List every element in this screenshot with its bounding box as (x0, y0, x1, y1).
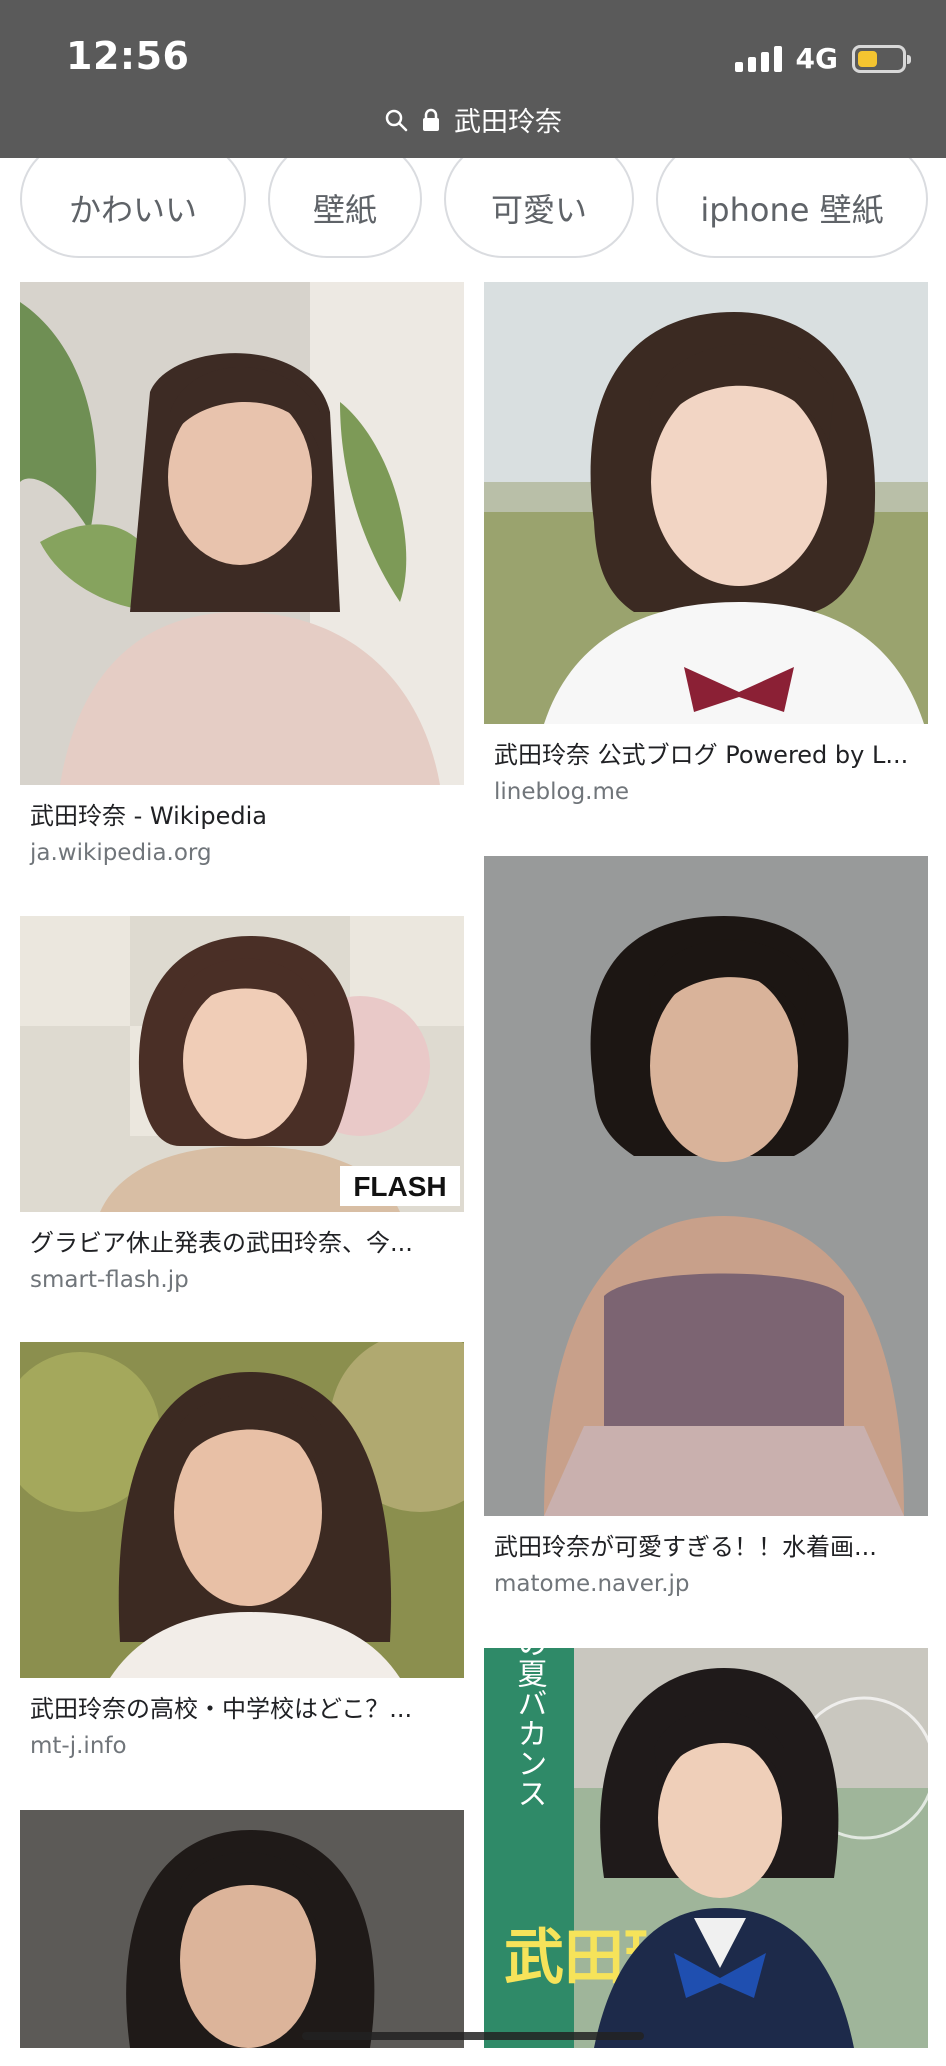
battery-icon (852, 45, 906, 73)
result-card[interactable]: 玲奈の夏バカンス 武田玲 (484, 1648, 928, 2048)
address-query: 武田玲奈 (454, 100, 562, 139)
lock-icon (422, 108, 440, 132)
result-image[interactable] (20, 1342, 464, 1678)
result-card[interactable]: 武田玲奈 公式ブログ Powered by L... lineblog.me (484, 282, 928, 808)
result-card[interactable]: FLASH グラビア休止発表の武田玲奈、今... smart-flash.jp (20, 916, 464, 1296)
result-title[interactable]: 武田玲奈の高校・中学校はどこ？... (30, 1692, 454, 1726)
result-card[interactable] (20, 1810, 464, 2066)
result-image[interactable] (20, 1810, 464, 2048)
result-card[interactable]: 武田玲奈が可愛すぎる！！水着画... matome.naver.jp (484, 856, 928, 1600)
result-title[interactable]: グラビア休止発表の武田玲奈、今... (30, 1226, 454, 1260)
address-bar[interactable]: 武田玲奈 (0, 100, 946, 139)
search-icon (384, 108, 408, 132)
result-card[interactable]: 武田玲奈の高校・中学校はどこ？... mt-j.info (20, 1342, 464, 1762)
result-source: lineblog.me (494, 776, 918, 808)
status-time: 12:56 (66, 34, 189, 78)
magazine-headline: 玲奈の夏バカンス (512, 1648, 548, 1808)
flash-logo-text: FLASH (353, 1171, 446, 1202)
result-image[interactable] (484, 856, 928, 1516)
battery-level (858, 51, 877, 67)
chip-iphone-wallpaper[interactable]: iphone 壁紙 (656, 158, 928, 258)
result-source: ja.wikipedia.org (30, 837, 454, 869)
signal-strength-icon (735, 46, 782, 72)
suggestion-chips: かわいい 壁紙 可愛い iphone 壁紙 (0, 158, 946, 270)
chip-kawaii-kanji[interactable]: 可愛い (444, 158, 634, 258)
network-type: 4G (796, 42, 838, 75)
result-image[interactable] (484, 282, 928, 724)
home-indicator[interactable] (302, 2032, 644, 2040)
chip-wallpaper[interactable]: 壁紙 (268, 158, 422, 258)
result-source: matome.naver.jp (494, 1568, 918, 1600)
result-card[interactable]: 武田玲奈 - Wikipedia ja.wikipedia.org (20, 282, 464, 869)
result-source: smart-flash.jp (30, 1264, 454, 1296)
result-image[interactable]: FLASH (20, 916, 464, 1212)
result-image[interactable] (20, 282, 464, 785)
result-title[interactable]: 武田玲奈が可愛すぎる！！水着画... (494, 1530, 918, 1564)
result-image[interactable]: 玲奈の夏バカンス 武田玲 (484, 1648, 928, 2048)
chip-kawaii[interactable]: かわいい (20, 158, 246, 258)
result-source: mt-j.info (30, 1730, 454, 1762)
status-indicators: 4G (735, 42, 906, 75)
result-title[interactable]: 武田玲奈 公式ブログ Powered by L... (494, 738, 918, 772)
browser-top-bar: 12:56 4G 武田玲奈 (0, 0, 946, 158)
result-title[interactable]: 武田玲奈 - Wikipedia (30, 799, 454, 833)
